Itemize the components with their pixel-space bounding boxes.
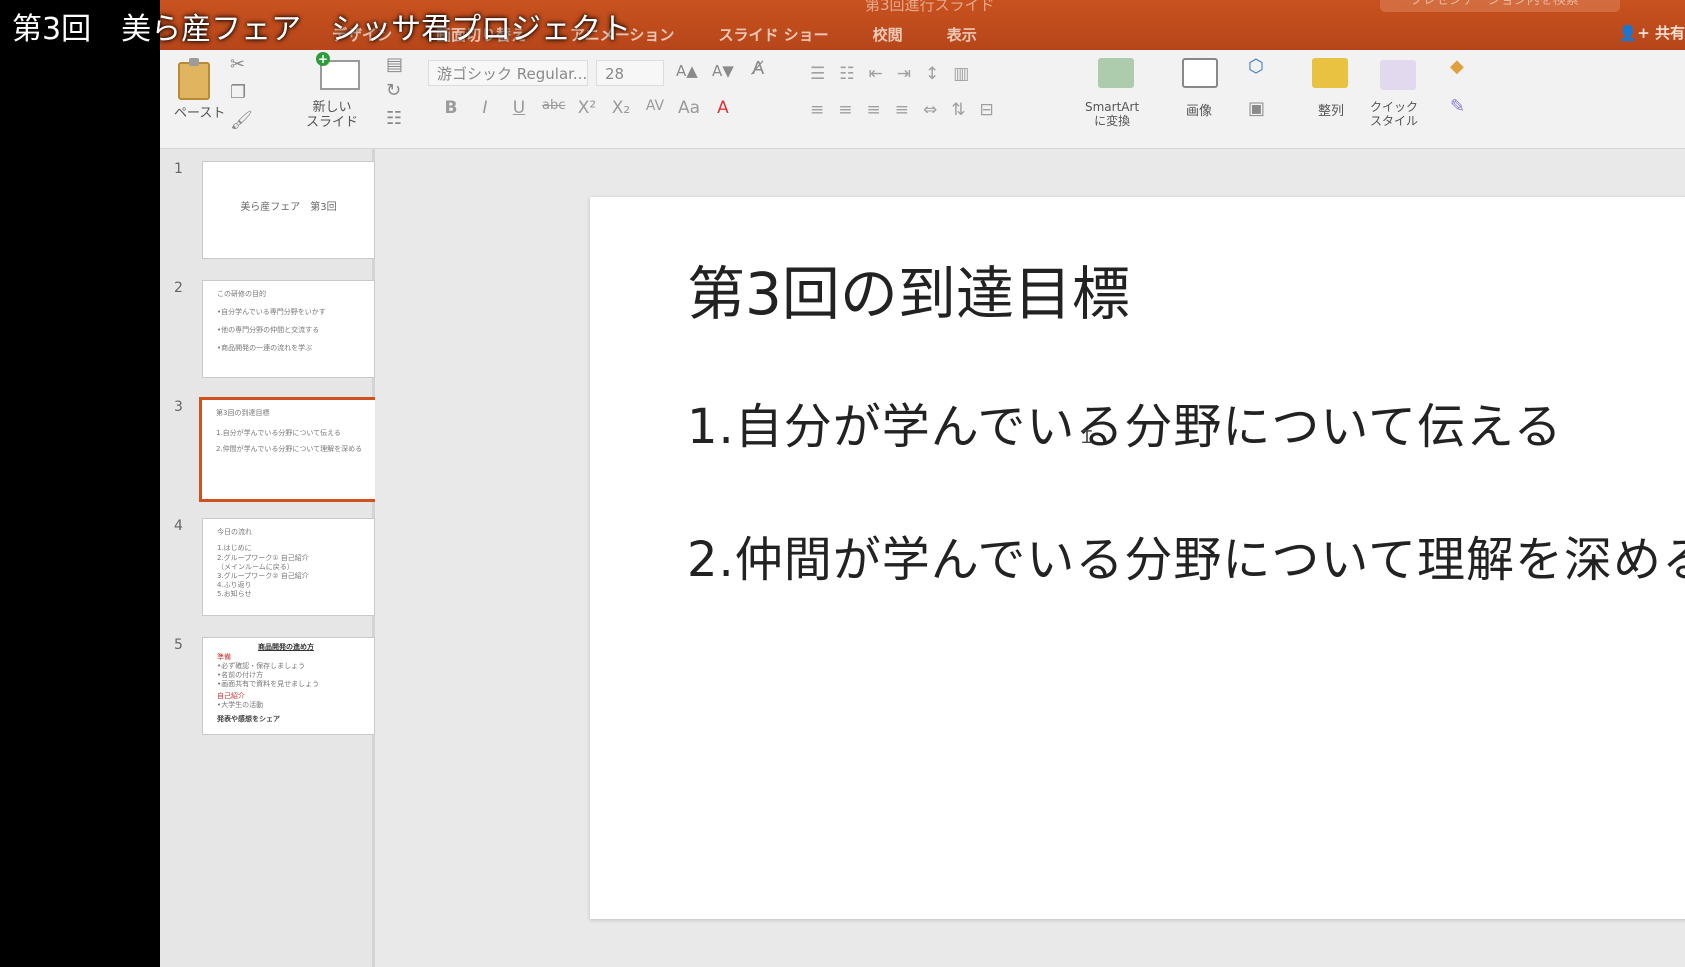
underline-icon[interactable]: U <box>508 98 530 118</box>
share-label: 共有 <box>1654 24 1685 42</box>
arrange-icon[interactable] <box>1312 58 1348 88</box>
thumbnail-number: 3 <box>174 399 183 415</box>
shape-outline-icon[interactable]: ✎ <box>1450 96 1465 117</box>
align-left-icon[interactable]: ≡ <box>810 100 824 120</box>
thumbnail-text: 今日の流れ <box>217 528 252 536</box>
thumbnail-text: •画面共有で資料を見せましょう <box>217 680 320 688</box>
text-direction-icon[interactable]: ⇅ <box>951 100 965 120</box>
section-icon[interactable]: ☷ <box>386 108 402 129</box>
smartart-icon[interactable] <box>1098 58 1134 88</box>
slide-thumbnail-pane: 1 美ら産フェア 第3回 2 この研修の目的 •自分学んでいる専門分野をいかす … <box>160 149 379 967</box>
font-name-select[interactable]: 游ゴシック Regular... <box>428 60 588 86</box>
slide-thumbnail-4[interactable]: 今日の流れ 1.はじめに 2.グループワーク① 自己紹介 （メインルームに戻る）… <box>202 518 375 616</box>
decrease-indent-icon[interactable]: ⇤ <box>869 64 883 84</box>
increase-indent-icon[interactable]: ⇥ <box>897 64 911 84</box>
change-case-icon[interactable]: Aa <box>678 98 700 118</box>
justify-icon[interactable]: ≡ <box>895 100 909 120</box>
align-right-icon[interactable]: ≡ <box>867 100 881 120</box>
picture-icon[interactable] <box>1182 58 1218 88</box>
add-person-icon: 👤+ <box>1618 24 1655 42</box>
font-format-row: B I U abc X² X₂ AV Aa A <box>440 98 734 118</box>
align-center-icon[interactable]: ≡ <box>838 100 852 120</box>
thumbnail-text: 1.はじめに <box>217 544 252 552</box>
paragraph-row-top: ☰ ☷ ⇤ ⇥ ↕ ▥ <box>810 64 969 84</box>
thumbnail-number: 5 <box>174 637 183 653</box>
clear-format-icon[interactable]: A̸ <box>752 58 764 79</box>
paste-icon[interactable] <box>178 58 210 100</box>
font-color-icon[interactable]: A <box>712 98 734 118</box>
text-cursor-icon: Ɪ <box>1082 427 1093 448</box>
smartart-button-label[interactable]: SmartArt に変換 <box>1085 100 1139 128</box>
thumbnail-text: この研修の目的 <box>217 290 266 298</box>
video-caption: 第3回 美ら産フェア シッサ君プロジェクト <box>12 12 632 47</box>
thumbnail-text: •商品開発の一連の流れを学ぶ <box>217 344 313 352</box>
thumbnail-text: 商品開発の進め方 <box>258 643 314 651</box>
thumbnail-text: •自分学んでいる専門分野をいかす <box>217 308 326 316</box>
thumbnail-text: 美ら産フェア 第3回 <box>240 202 337 213</box>
shapes-icon[interactable]: ⬡ <box>1248 56 1264 77</box>
current-slide[interactable]: 第3回の到達目標 1.自分が学んでいる分野について伝える 2.仲間が学んでいる分… <box>590 197 1685 919</box>
numbering-icon[interactable]: ☷ <box>839 64 854 84</box>
arrange-button-label[interactable]: 整列 <box>1318 100 1344 119</box>
superscript-icon[interactable]: X² <box>576 98 598 118</box>
thumbnail-text: •他の専門分野の仲間と交流する <box>217 326 320 334</box>
align-text-icon[interactable]: ⊟ <box>980 100 994 120</box>
black-letterbox <box>0 0 160 967</box>
subscript-icon[interactable]: X₂ <box>610 98 632 118</box>
tab-view[interactable]: 表示 <box>925 20 999 48</box>
paragraph-row-bottom: ≡ ≡ ≡ ≡ ⇔ ⇅ ⊟ <box>810 100 994 120</box>
slide-thumbnail-2[interactable]: この研修の目的 •自分学んでいる専門分野をいかす •他の専門分野の仲間と交流する… <box>202 280 375 378</box>
cut-icon[interactable]: ✂ <box>230 54 245 75</box>
document-title: 第3回進行スライド <box>865 0 995 14</box>
slide-bullet-1[interactable]: 1.自分が学んでいる分野について伝える <box>687 387 1563 457</box>
bullets-icon[interactable]: ☰ <box>810 64 825 84</box>
thumbnail-text: 第3回の到達目標 <box>216 409 270 417</box>
picture-button-label[interactable]: 画像 <box>1186 100 1212 119</box>
thumbnail-number: 4 <box>174 518 183 534</box>
distributed-icon[interactable]: ⇔ <box>923 100 937 120</box>
character-spacing-icon[interactable]: AV <box>644 98 666 118</box>
layout-icon[interactable]: ▤ <box>386 54 403 75</box>
format-painter-icon[interactable]: 🖌 <box>230 110 253 131</box>
strikethrough-icon[interactable]: abc <box>542 98 565 118</box>
columns-icon[interactable]: ▥ <box>953 64 969 84</box>
italic-icon[interactable]: I <box>474 98 496 118</box>
new-slide-button-label[interactable]: 新しい スライド <box>306 100 358 130</box>
ribbon-home: ペースト ✂ ❐ 🖌 新しい スライド ▤ ↻ ☷ 游ゴシック Regular.… <box>160 50 1685 149</box>
paste-button-label[interactable]: ペースト <box>174 102 225 121</box>
line-spacing-icon[interactable]: ↕ <box>925 64 939 84</box>
new-slide-icon[interactable] <box>316 52 360 90</box>
tab-slideshow[interactable]: スライド ショー <box>696 20 850 48</box>
thumbnail-text: 発表や感想をシェア <box>217 715 280 723</box>
slide-bullet-2[interactable]: 2.仲間が学んでいる分野について理解を深める <box>687 520 1685 590</box>
slide-title[interactable]: 第3回の到達目標 <box>687 247 1130 331</box>
slide-thumbnail-5[interactable]: 商品開発の進め方 準備 •必ず確認・保存しましょう •名前の付け方 •画面共有で… <box>202 637 375 735</box>
search-input[interactable]: プレゼンテーション内を検索 <box>1380 0 1620 12</box>
thumbnail-text: 2.仲間が学んでいる分野について理解を深める <box>216 445 363 453</box>
quick-styles-icon[interactable] <box>1380 60 1416 90</box>
decrease-font-icon[interactable]: A▼ <box>712 62 734 80</box>
reset-icon[interactable]: ↻ <box>386 80 401 101</box>
slide-thumbnail-3[interactable]: 第3回の到達目標 1.自分が学んでいる分野について伝える 2.仲間が学んでいる分… <box>199 397 379 502</box>
thumbnail-text: 5.お知らせ <box>217 590 252 598</box>
bold-icon[interactable]: B <box>440 98 462 118</box>
thumbnail-number: 1 <box>174 161 183 177</box>
slide-editor-area: 第3回の到達目標 1.自分が学んでいる分野について伝える 2.仲間が学んでいる分… <box>375 149 1685 967</box>
powerpoint-window: 第3回進行スライド プレゼンテーション内を検索 デザイン 画面切り替え アニメー… <box>160 0 1685 967</box>
quick-styles-button-label[interactable]: クイック スタイル <box>1370 100 1418 128</box>
textbox-icon[interactable]: ▣ <box>1248 98 1265 119</box>
copy-icon[interactable]: ❐ <box>230 82 246 103</box>
increase-font-icon[interactable]: A▲ <box>676 62 698 80</box>
thumbnail-text: •大学生の活動 <box>217 701 264 709</box>
slide-thumbnail-1[interactable]: 美ら産フェア 第3回 <box>202 161 375 259</box>
thumbnail-number: 2 <box>174 280 183 296</box>
shape-fill-icon[interactable]: ◆ <box>1450 56 1464 77</box>
thumbnail-text: 1.自分が学んでいる分野について伝える <box>216 429 341 437</box>
tab-review[interactable]: 校閲 <box>851 20 925 48</box>
font-size-select[interactable]: 28 <box>596 60 664 86</box>
share-button[interactable]: 👤+ 共有 <box>1619 22 1685 43</box>
